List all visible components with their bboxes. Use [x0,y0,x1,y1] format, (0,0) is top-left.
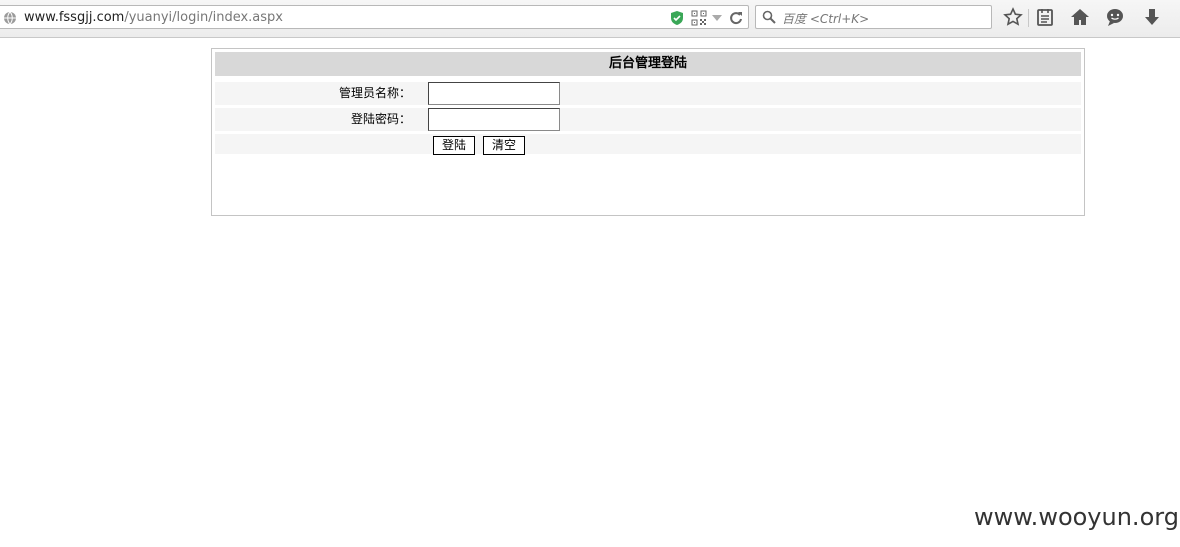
login-button[interactable]: 登陆 [433,136,476,155]
chat-icon[interactable] [1105,7,1127,29]
qr-code-icon[interactable] [691,10,707,29]
login-panel: 后台管理登陆 管理员名称： 登陆密码： 登陆 清空 [211,48,1085,216]
globe-icon [3,11,17,28]
url-path: /yuanyi/login/index.aspx [124,10,283,25]
url-domain: www.fssgjj.com [24,10,125,25]
dropdown-arrow-icon[interactable] [711,12,723,27]
password-cell [422,108,1081,131]
password-row: 登陆密码： [215,108,1081,131]
shield-check-icon[interactable] [669,10,685,29]
toolbar-separator [1028,9,1029,27]
watermark-text: www.wooyun.org [974,503,1179,531]
button-row-spacer [215,134,415,154]
username-row: 管理员名称： [215,82,1081,105]
password-label: 登陆密码： [350,112,411,126]
search-icon [762,10,776,27]
clear-button[interactable]: 清空 [483,136,526,155]
browser-toolbar: www.fssgjj.com/yuanyi/login/index.aspx 百… [0,0,1180,38]
home-icon[interactable] [1070,7,1092,29]
login-title: 后台管理登陆 [215,52,1081,76]
button-cell: 登陆 清空 [422,134,1081,155]
url-text[interactable]: www.fssgjj.com/yuanyi/login/index.aspx [24,10,283,25]
username-label: 管理员名称： [338,86,411,100]
download-icon[interactable] [1142,7,1164,29]
address-bar[interactable]: www.fssgjj.com/yuanyi/login/index.aspx [0,5,749,29]
search-placeholder: 百度 <Ctrl+K> [782,12,870,26]
bookmark-star-icon[interactable] [1003,7,1025,29]
button-row: 登陆 清空 [215,134,1081,155]
password-input[interactable] [428,108,560,131]
username-input[interactable] [428,82,560,105]
username-cell [422,82,1081,105]
reading-list-icon[interactable] [1035,7,1057,29]
reload-icon[interactable] [729,10,743,29]
search-bar[interactable]: 百度 <Ctrl+K> [755,5,992,29]
